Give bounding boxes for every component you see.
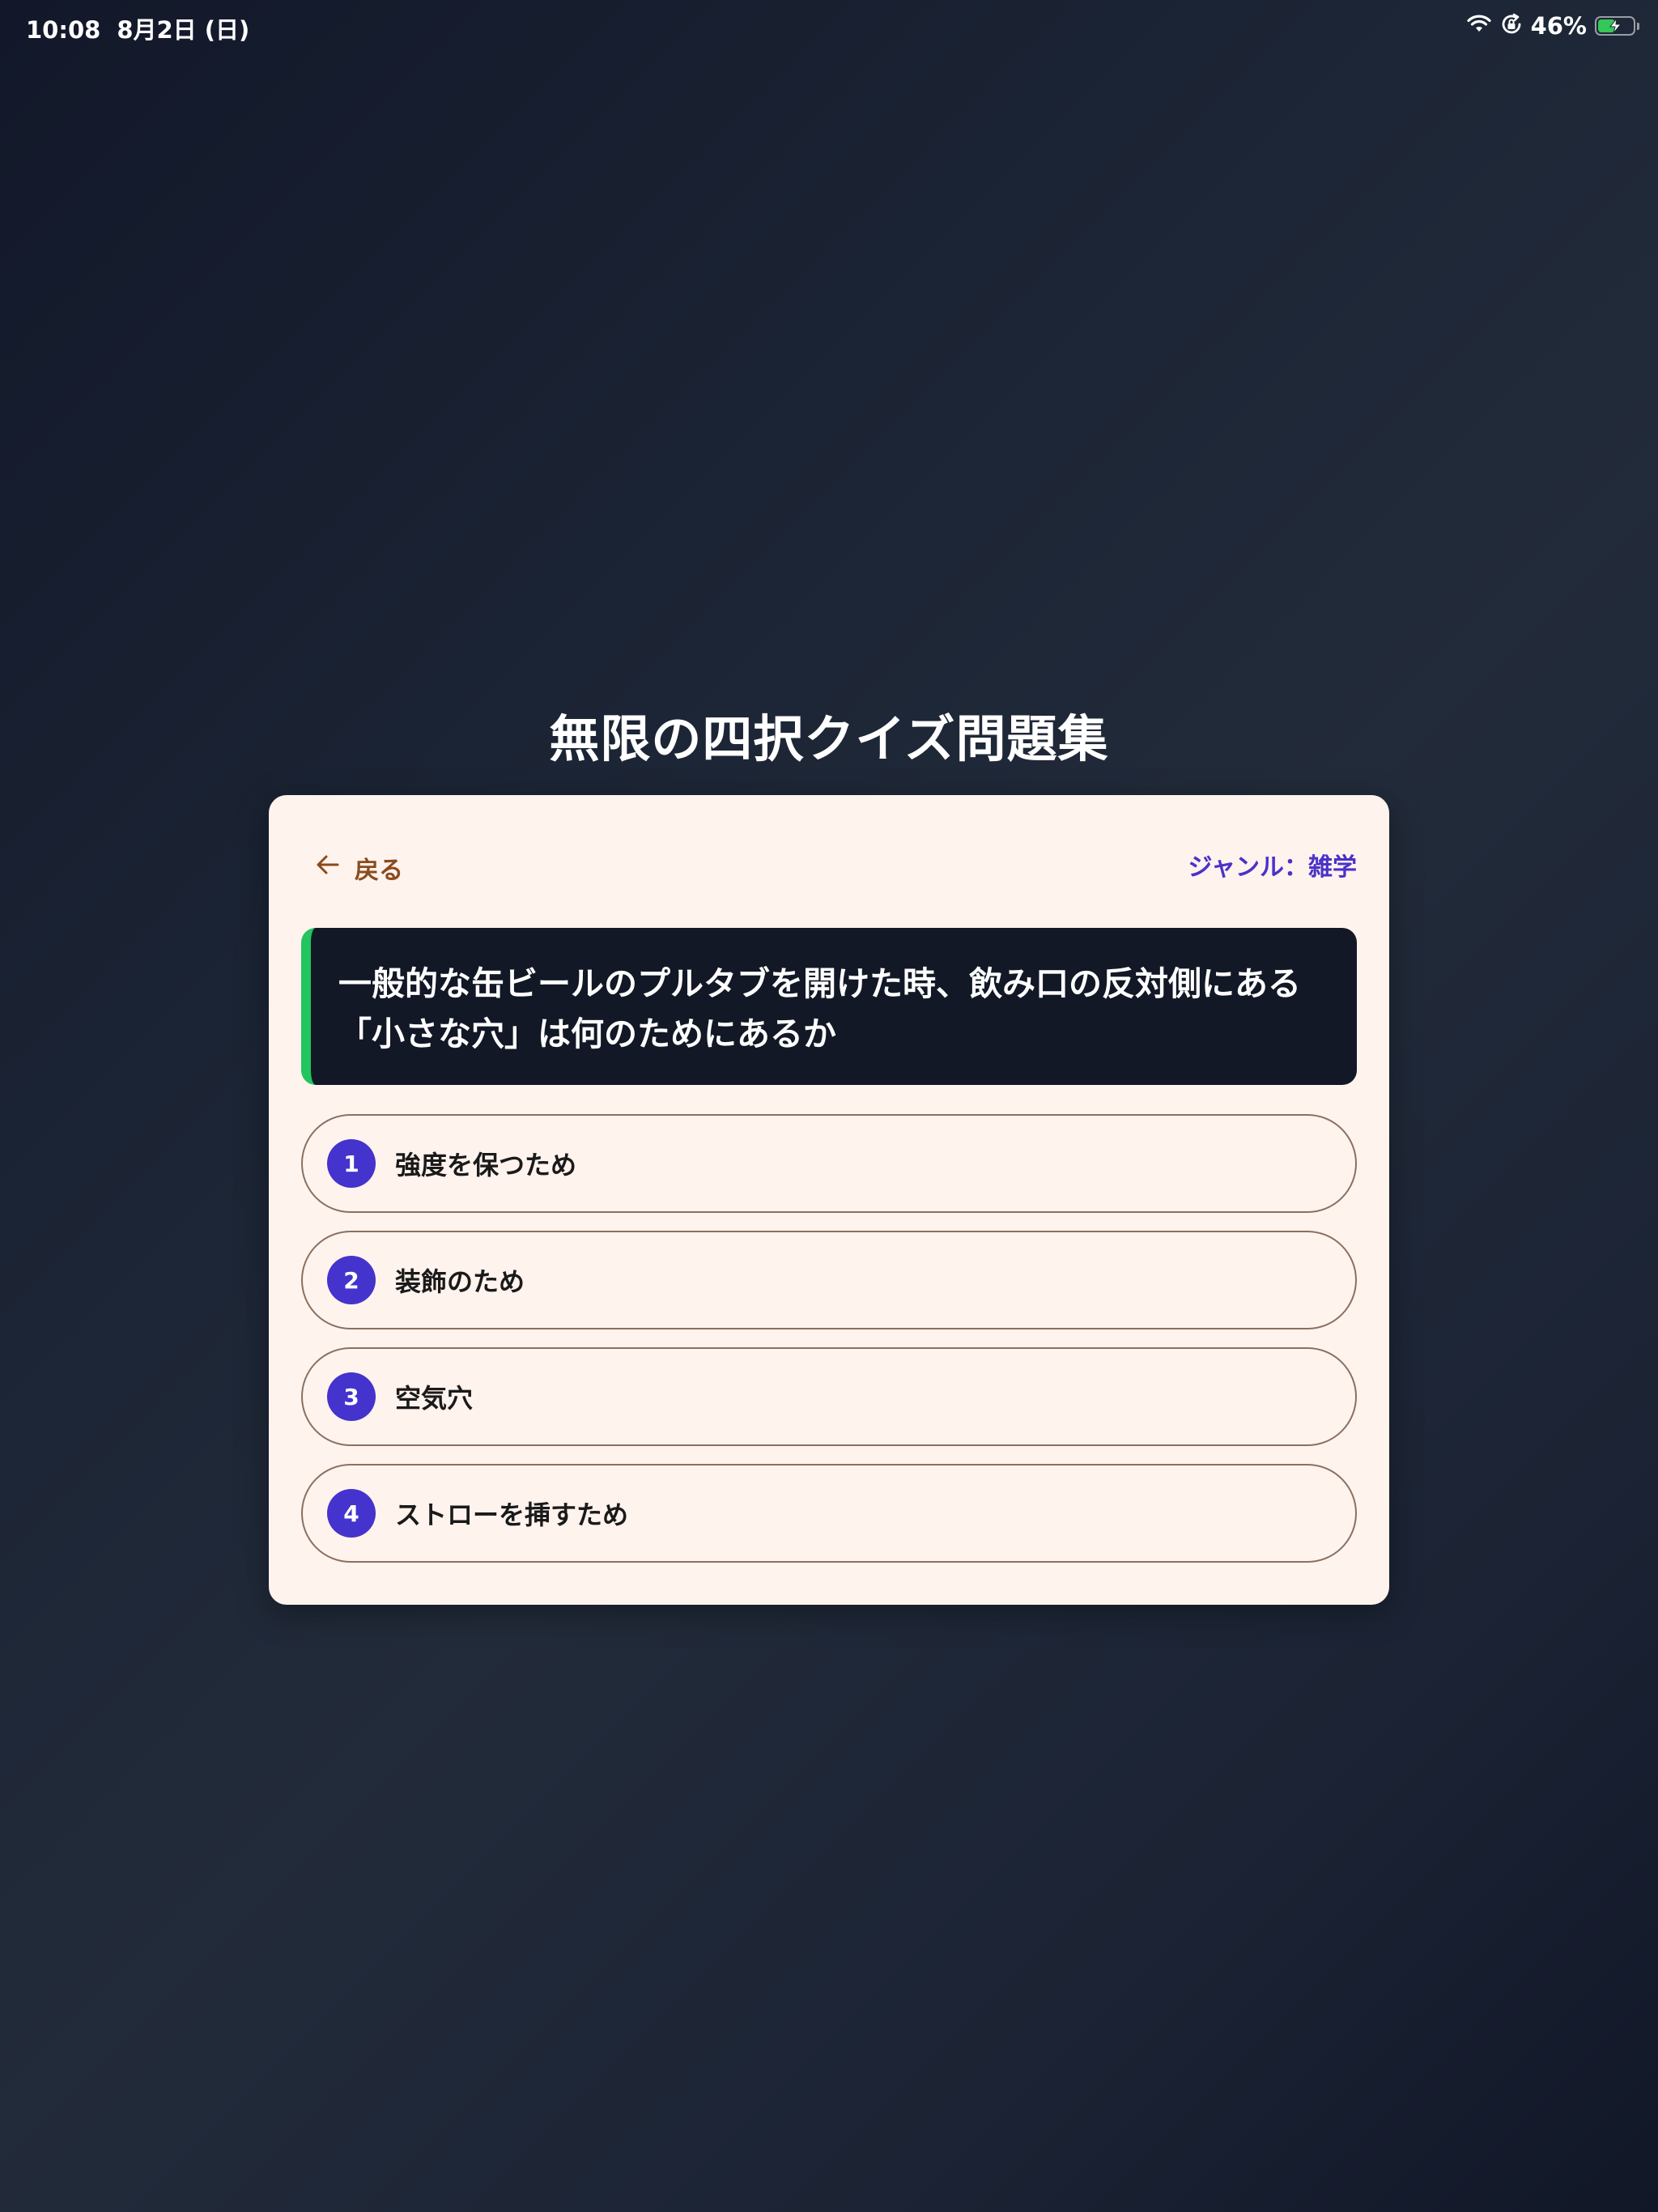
answer-option-2[interactable]: 2 装飾のため (301, 1231, 1357, 1329)
battery-charging-icon (1595, 16, 1639, 36)
status-time-date: 10:08 8月2日 (日) (26, 11, 249, 45)
card-header: 戻る ジャンル：雑学 (301, 844, 1357, 892)
arrow-left-icon (316, 853, 340, 883)
genre-label: ジャンル：雑学 (1188, 853, 1358, 882)
question-text: 一般的な缶ビールのプルタブを開けた時、飲み口の反対側にある「小さな穴」は何のため… (338, 964, 1301, 1053)
answer-option-4[interactable]: 4 ストローを挿すため (301, 1464, 1357, 1563)
answer-options: 1 強度を保つため 2 装飾のため 3 空気穴 4 ストローを挿すため (301, 1114, 1357, 1580)
quiz-card: 戻る ジャンル：雑学 一般的な缶ビールのプルタブを開けた時、飲み口の反対側にある… (269, 795, 1389, 1605)
option-number-badge: 2 (327, 1256, 376, 1304)
option-number-badge: 1 (327, 1139, 376, 1188)
question-box: 一般的な缶ビールのプルタブを開けた時、飲み口の反対側にある「小さな穴」は何のため… (301, 928, 1357, 1085)
answer-option-3[interactable]: 3 空気穴 (301, 1347, 1357, 1446)
status-date: 8月2日 (日) (117, 16, 250, 44)
option-label: 装飾のため (395, 1266, 525, 1297)
option-label: ストローを挿すため (395, 1499, 629, 1530)
orientation-lock-icon (1500, 13, 1523, 39)
option-label: 強度を保つため (395, 1150, 577, 1180)
status-indicators: 46% (1466, 11, 1639, 40)
option-label: 空気穴 (395, 1383, 474, 1414)
battery-percent: 46% (1530, 12, 1587, 40)
status-time: 10:08 (26, 16, 101, 44)
back-button[interactable]: 戻る (301, 844, 418, 892)
option-number-badge: 3 (327, 1372, 376, 1421)
page-title: 無限の四択クイズ問題集 (549, 709, 1109, 768)
back-label: 戻る (355, 857, 403, 885)
option-number-badge: 4 (327, 1489, 376, 1538)
status-bar: 10:08 8月2日 (日) 46% (0, 0, 1658, 52)
answer-option-1[interactable]: 1 強度を保つため (301, 1114, 1357, 1213)
wifi-icon (1466, 14, 1492, 38)
